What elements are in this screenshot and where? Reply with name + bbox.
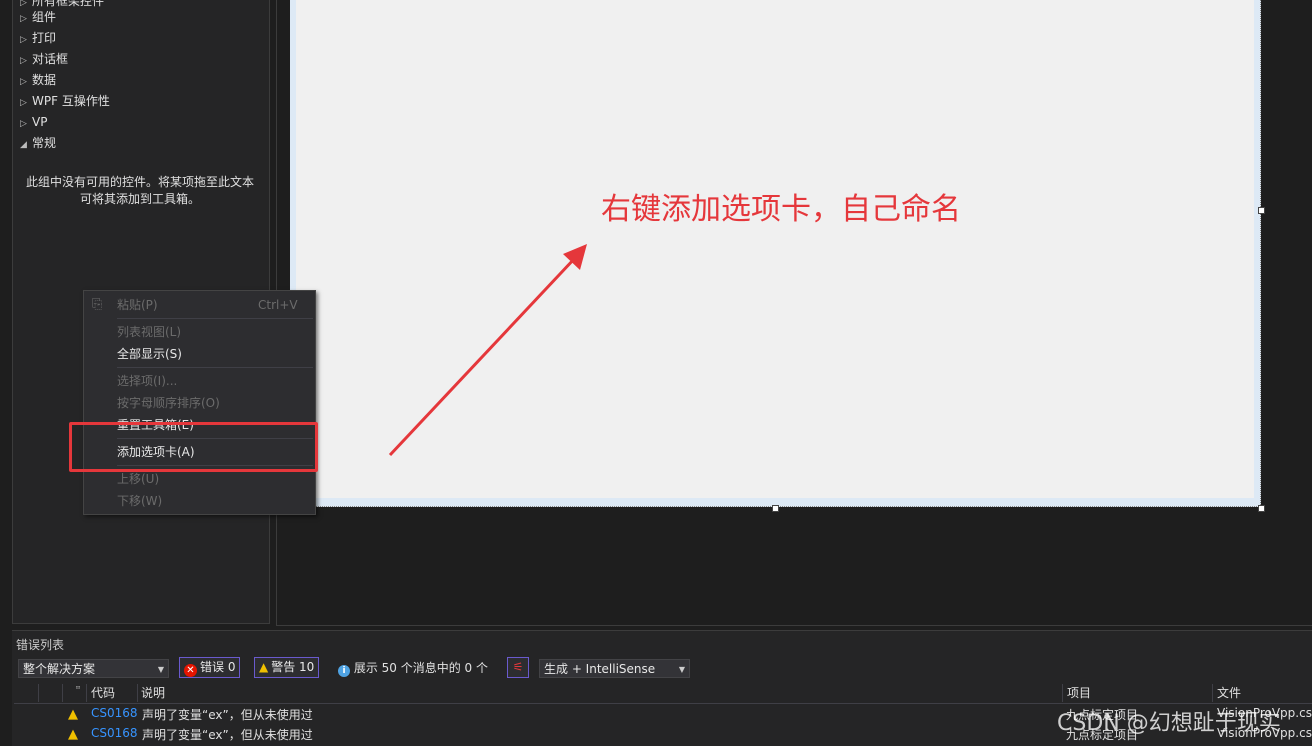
row-description: 声明了变量“ex”，但从未使用过 [142, 728, 313, 742]
warnings-filter-button[interactable]: ▲ 警告 10 [254, 657, 320, 678]
toolbox-group-label: 打印 [32, 31, 57, 45]
expand-triangle-icon: ▷ [20, 56, 27, 66]
watermark-text: CSDN @幻想趾于现实 [1057, 711, 1281, 736]
expand-triangle-icon: ▷ [20, 14, 27, 24]
row-code[interactable]: CS0168 [91, 706, 138, 720]
toolbox-group-printing[interactable]: ▷ 打印 [20, 28, 56, 48]
column-header-file[interactable]: 文件 [1217, 684, 1241, 702]
toolbox-group-components[interactable]: ▷ 组件 [20, 7, 56, 27]
clipboard-icon: ⎘ [92, 297, 103, 312]
toolbox-group-label: 数据 [32, 73, 57, 87]
toolbox-group-general[interactable]: ◢ 常规 [20, 133, 56, 153]
collapse-triangle-icon: ◢ [20, 140, 27, 150]
menu-item-sort-alpha[interactable]: 按字母顺序排序(O) [117, 393, 220, 413]
arrow-shaft [388, 256, 577, 457]
resize-handle-bottom[interactable] [772, 505, 779, 512]
empty-text-line: 此组中没有可用的控件。将某项拖至此文本 [25, 175, 254, 189]
messages-count: 展示 50 个消息中的 0 个 [353, 661, 488, 675]
menu-separator [117, 367, 313, 368]
build-source-value: 生成 + IntelliSense [544, 662, 656, 676]
resize-handle-right[interactable] [1258, 207, 1265, 214]
warning-icon: ▲ [68, 727, 78, 742]
menu-separator [117, 318, 313, 319]
empty-text-line: 可将其添加到工具箱。 [79, 192, 200, 206]
menu-item-paste[interactable]: 粘贴(P) [117, 295, 158, 315]
toolbox-group-label: 组件 [32, 10, 57, 24]
header-divider [14, 703, 1312, 704]
toolbox-group-vp[interactable]: ▷ VP [20, 112, 47, 132]
menu-item-show-all[interactable]: 全部显示(S) [117, 344, 182, 364]
row-description: 声明了变量“ex”，但从未使用过 [142, 708, 313, 722]
row-code[interactable]: CS0168 [91, 726, 138, 740]
annotation-text: 右键添加选项卡，自己命名 [601, 192, 961, 227]
filter-icon: ⚟ [512, 660, 524, 674]
column-header-project[interactable]: 项目 [1067, 684, 1091, 702]
toolbox-group-dialogs[interactable]: ▷ 对话框 [20, 49, 68, 69]
expand-triangle-icon: ▷ [20, 119, 27, 129]
column-header-description[interactable]: 说明 [141, 684, 165, 702]
menu-item-move-up[interactable]: 上移(U) [117, 469, 159, 489]
warnings-count: 警告 10 [271, 660, 315, 674]
context-menu: ⎘ 粘贴(P) Ctrl+V 列表视图(L) 全部显示(S) 选择项(I)...… [83, 290, 316, 515]
error-list-title: 错误列表 [16, 638, 65, 652]
toolbox-group-data[interactable]: ▷ 数据 [20, 70, 56, 90]
info-icon: i [338, 665, 350, 677]
toolbox-group-label: VP [32, 115, 48, 129]
column-separator [62, 684, 63, 702]
menu-item-choose-items[interactable]: 选择项(I)... [117, 371, 177, 391]
annotation-arrow [388, 244, 587, 457]
column-separator [86, 684, 87, 702]
paste-shortcut: Ctrl+V [258, 298, 298, 312]
expand-triangle-icon: ▷ [20, 35, 27, 45]
sort-indicator-icon: ᶦᶦ [76, 684, 81, 693]
column-separator [1212, 684, 1213, 702]
menu-item-move-down[interactable]: 下移(W) [117, 491, 162, 511]
annotation-highlight-box [69, 422, 318, 472]
menu-item-list-view[interactable]: 列表视图(L) [117, 322, 181, 342]
column-separator [38, 684, 39, 702]
errors-filter-button[interactable]: ✕ 错误 0 [179, 657, 241, 678]
scope-value: 整个解决方案 [23, 662, 96, 676]
errors-count: 错误 0 [200, 660, 236, 674]
chevron-down-icon: ▼ [678, 665, 685, 674]
toolbox-empty-message: 此组中没有可用的控件。将某项拖至此文本 可将其添加到工具箱。 [12, 174, 268, 208]
error-icon: ✕ [184, 664, 197, 677]
expand-triangle-icon: ▷ [20, 98, 27, 108]
build-source-dropdown[interactable]: 生成 + IntelliSense ▼ [539, 659, 690, 678]
messages-filter-button[interactable]: i 展示 50 个消息中的 0 个 [338, 659, 488, 678]
expand-triangle-icon: ▷ [20, 77, 27, 87]
column-header-code[interactable]: 代码 [91, 684, 115, 702]
warning-icon: ▲ [259, 660, 269, 674]
warning-icon: ▲ [68, 707, 78, 722]
chevron-down-icon: ▼ [157, 665, 164, 674]
toolbox-group-label: WPF 互操作性 [32, 94, 110, 108]
column-separator [1062, 684, 1063, 702]
toolbox-group-wpf[interactable]: ▷ WPF 互操作性 [20, 91, 110, 111]
toolbox-group-label: 常规 [32, 136, 57, 150]
column-separator [137, 684, 138, 702]
resize-handle-corner[interactable] [1258, 505, 1265, 512]
build-filter-icon-button[interactable]: ⚟ [507, 657, 529, 678]
toolbox-group-label: 对话框 [32, 52, 69, 66]
scope-dropdown[interactable]: 整个解决方案 ▼ [18, 659, 169, 678]
